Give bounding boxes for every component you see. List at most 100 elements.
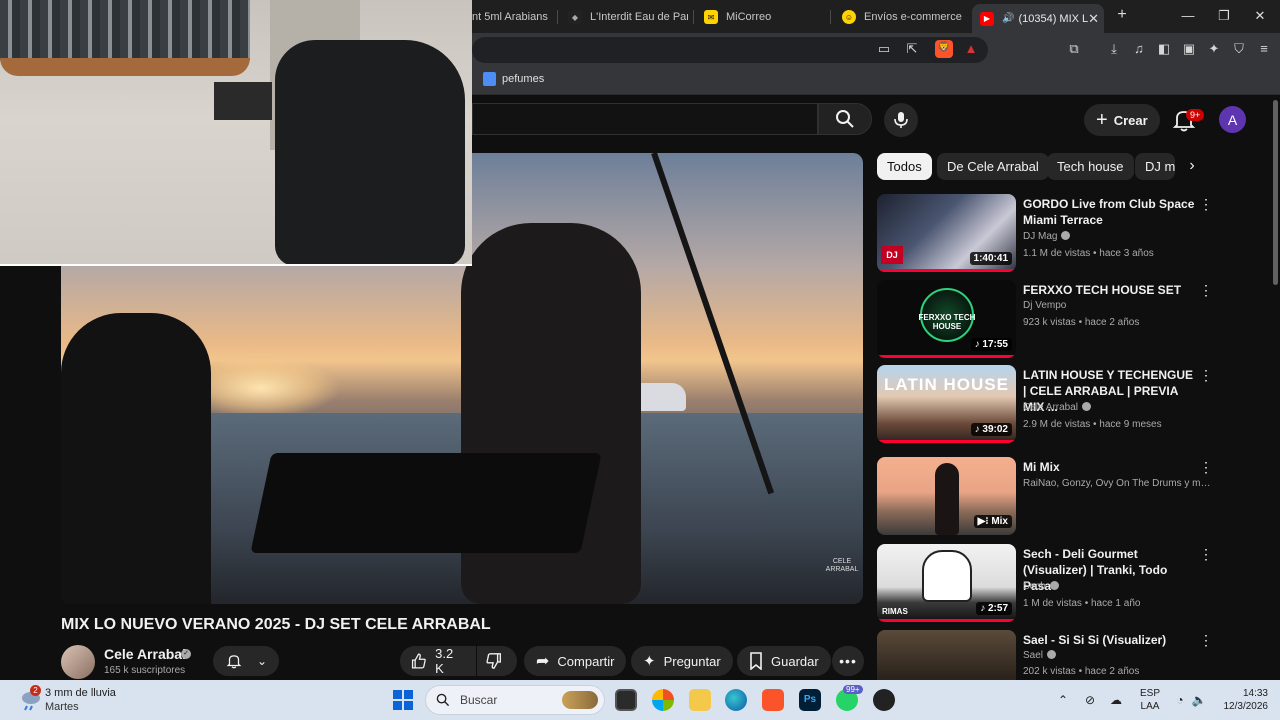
tab-envios[interactable]: ☺ Envíos e-commerce | (842, 6, 962, 28)
handshake-favicon-icon: ☺ (842, 10, 856, 24)
brave-rewards-icon[interactable]: ▲ (963, 41, 979, 57)
weather-text[interactable]: 3 mm de lluvia (45, 687, 116, 699)
tab-micorreo[interactable]: ✉ MiCorreo (704, 6, 824, 28)
save-button[interactable]: Guardar (737, 646, 831, 676)
page-scrollbar-thumb[interactable] (1273, 100, 1278, 285)
mail-favicon-icon: ✉ (704, 10, 718, 24)
recommendation-item[interactable]: Sael - Si Si Si (Visualizer) Sael 202 k … (877, 630, 1217, 680)
clock[interactable]: 14:33 12/3/2026 (1218, 687, 1269, 713)
more-vertical-icon[interactable]: ⋮ (1199, 632, 1213, 648)
channel-name[interactable]: Cele Arrabal (104, 646, 186, 662)
close-window-icon[interactable]: ✕ (1250, 8, 1270, 24)
video-thumbnail[interactable]: DJ 1:40:41 (877, 194, 1016, 272)
bookmark-pefumes[interactable]: pefumes (483, 72, 544, 86)
screenshot-icon[interactable]: ⧉ (1066, 41, 1082, 57)
task-view-icon[interactable] (615, 689, 637, 711)
tab-label: L'Interdit Eau de Parfu (590, 11, 688, 23)
chip-dj[interactable]: DJ m (1135, 153, 1175, 180)
tab-arabians[interactable]: nt 5ml Arabians (472, 6, 552, 28)
wallet-icon[interactable]: ▣ (1181, 41, 1197, 57)
recommendation-item[interactable]: FERXXO TECH HOUSE ♪ 17:55 FERXXO TECH HO… (877, 280, 1217, 362)
share-icon[interactable]: ⇱ (904, 41, 920, 57)
more-vertical-icon[interactable]: ⋮ (1199, 459, 1213, 475)
brave-browser-icon[interactable] (762, 689, 784, 711)
brave-shield-icon[interactable]: 🦁 (935, 40, 953, 58)
subscribed-notifications-button[interactable]: ⌄ (213, 646, 280, 676)
close-tab-icon[interactable]: ✕ (1088, 11, 1099, 27)
channel-avatar[interactable] (61, 645, 95, 679)
video-thumbnail[interactable]: LATIN HOUSE ♪ 39:02 (877, 365, 1016, 443)
chip-cele-arrabal[interactable]: De Cele Arrabal (937, 153, 1049, 180)
photoshop-icon[interactable]: Ps (799, 689, 821, 711)
recommendation-channel[interactable]: Sech (1023, 581, 1213, 592)
recommendation-stats: 2.9 M de vistas • hace 9 meses (1023, 419, 1162, 430)
recommendation-item[interactable]: ▶⁝ Mix Mi Mix RaiNao, Gonzy, Ovy On The … (877, 457, 1217, 539)
duration-text: Mix (991, 516, 1008, 527)
like-button[interactable]: 3.2 K (400, 646, 476, 676)
cast-icon[interactable]: ▭ (876, 41, 892, 57)
bell-icon (226, 655, 242, 669)
duration-badge: ▶⁝ Mix (973, 515, 1012, 528)
recommendation-stats: 1 M de vistas • hace 1 año (1023, 598, 1141, 609)
wifi-icon[interactable]: ◔ (1172, 693, 1188, 707)
file-explorer-icon[interactable] (689, 689, 711, 711)
obs-icon[interactable] (873, 689, 895, 711)
minimize-icon[interactable]: — (1178, 8, 1198, 23)
leo-ai-icon[interactable]: ✦ (1206, 41, 1222, 57)
share-button[interactable]: ➦ Compartir (524, 646, 627, 676)
language-indicator[interactable]: ESP LAA (1140, 687, 1160, 713)
download-icon[interactable]: ⤓ (1106, 41, 1122, 57)
recommendation-item[interactable]: RIMAS ♪ 2:57 Sech - Deli Gourmet (Visual… (877, 544, 1217, 626)
network-off-icon[interactable]: ⊘ (1082, 693, 1098, 707)
dislike-button[interactable] (477, 646, 517, 676)
recommendation-title[interactable]: FERXXO TECH HOUSE SET (1023, 282, 1198, 298)
recommendation-channel[interactable]: Cele Arrabal (1023, 402, 1213, 413)
recommendation-title[interactable]: Sael - Si Si Si (Visualizer) (1023, 632, 1198, 648)
recommendation-item[interactable]: LATIN HOUSE ♪ 39:02 LATIN HOUSE Y TECHEN… (877, 365, 1217, 447)
restore-icon[interactable]: ❐ (1214, 8, 1234, 24)
taskbar-search-box[interactable]: Buscar (425, 685, 605, 715)
more-vertical-icon[interactable]: ⋮ (1199, 367, 1213, 383)
cloud-icon[interactable]: ☁ (1108, 693, 1124, 707)
plus-icon: + (1096, 109, 1108, 131)
volume-icon[interactable]: 🔈 (1191, 693, 1207, 707)
tab-youtube-active[interactable]: ▶ 🔊 (10354) MIX L ✕ (972, 4, 1104, 33)
recommendation-title[interactable]: Mi Mix (1023, 459, 1198, 475)
search-button[interactable] (818, 103, 872, 135)
more-vertical-icon[interactable]: ⋮ (1199, 546, 1213, 562)
chip-todos[interactable]: Todos (877, 153, 932, 180)
recommendation-title[interactable]: GORDO Live from Club Space Miami Terrace (1023, 196, 1198, 228)
thumbnail-text: RIMAS (882, 607, 908, 616)
windows-start-button[interactable] (393, 690, 413, 710)
recommendation-channel[interactable]: DJ Mag (1023, 231, 1213, 242)
voice-search-button[interactable] (884, 103, 918, 137)
more-vertical-icon[interactable]: ⋮ (1199, 196, 1213, 212)
language-code: ESP (1140, 688, 1161, 699)
account-avatar[interactable]: A (1219, 106, 1246, 133)
video-thumbnail[interactable]: FERXXO TECH HOUSE ♪ 17:55 (877, 280, 1016, 358)
more-vertical-icon[interactable]: ⋮ (1199, 282, 1213, 298)
menu-icon[interactable]: ≡ (1256, 41, 1272, 57)
recommendation-channel[interactable]: Sael (1023, 650, 1213, 661)
chevron-right-icon[interactable]: › (1180, 157, 1204, 181)
new-tab-button[interactable]: + (1112, 6, 1132, 24)
recommendation-item[interactable]: DJ 1:40:41 GORDO Live from Club Space Mi… (877, 194, 1217, 276)
tab-linterdit[interactable]: ◆ L'Interdit Eau de Parfu (568, 6, 688, 28)
show-hidden-icons-chevron-icon[interactable]: ⌃ (1055, 693, 1071, 707)
tab-label: MiCorreo (726, 11, 772, 23)
copilot-icon[interactable] (652, 689, 674, 711)
sidebar-icon[interactable]: ◧ (1156, 41, 1172, 57)
music-icon[interactable]: ♫ (1131, 41, 1147, 57)
more-actions-button[interactable]: ••• (832, 646, 864, 676)
microphone-icon (894, 112, 908, 128)
video-thumbnail[interactable]: ▶⁝ Mix (877, 457, 1016, 535)
vpn-icon[interactable]: ⛉ (1231, 41, 1247, 57)
video-thumbnail[interactable]: RIMAS ♪ 2:57 (877, 544, 1016, 622)
recommendation-channel[interactable]: Dj Vempo (1023, 300, 1213, 311)
ask-button[interactable]: ✦ Preguntar (631, 646, 733, 676)
video-thumbnail[interactable] (877, 630, 1016, 680)
edge-icon[interactable] (725, 689, 747, 711)
chip-tech-house[interactable]: Tech house (1047, 153, 1134, 180)
search-input[interactable] (472, 103, 818, 135)
create-button[interactable]: + Crear (1084, 104, 1160, 136)
